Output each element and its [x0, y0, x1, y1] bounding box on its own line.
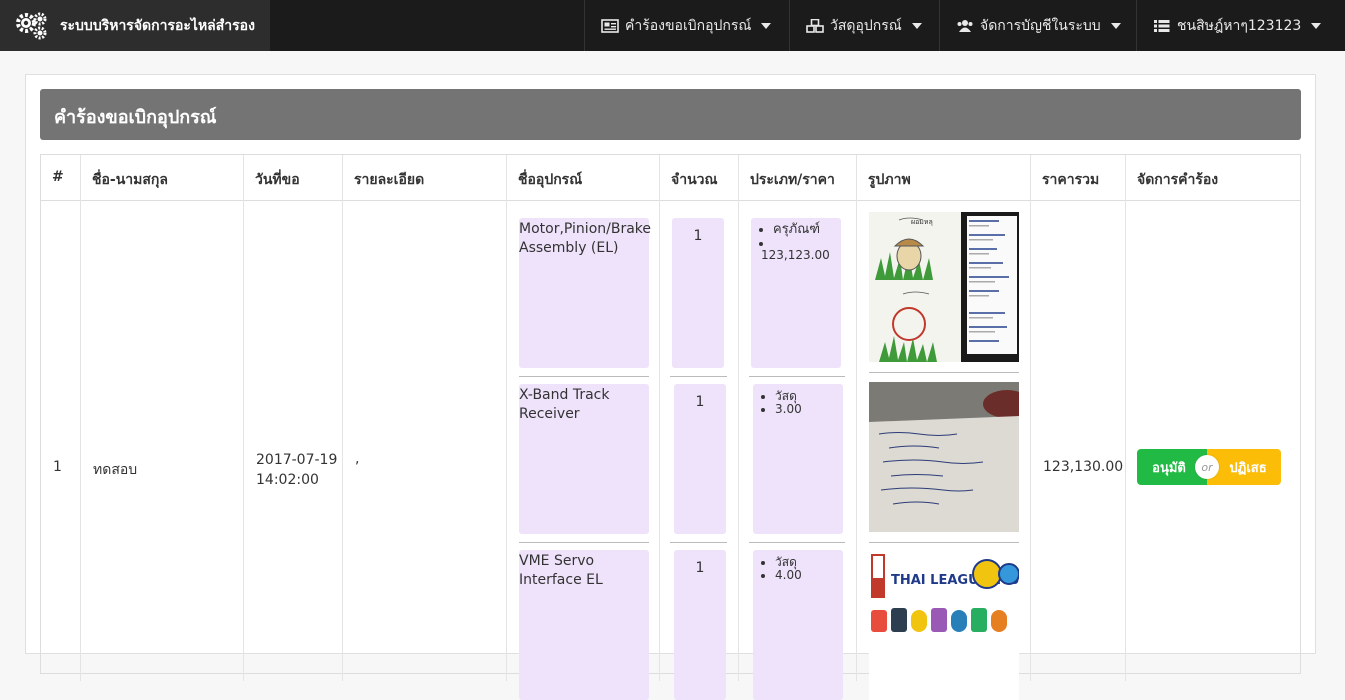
- nav-materials[interactable]: วัสดุอุปกรณ์: [789, 0, 938, 51]
- nav-user-menu[interactable]: ชนสิษฎ์หาๆ123123: [1136, 0, 1337, 51]
- users-icon: [957, 19, 973, 32]
- page-title: คำร้องขอเบิกอุปกรณ์: [40, 89, 1301, 140]
- svg-text:ผอมหลุ: ผอมหลุ: [911, 218, 933, 226]
- col-header-index: #: [41, 155, 81, 201]
- equipment-price-3: 4.00: [775, 569, 843, 581]
- equipment-name-1: Motor,Pinion/Brake Assembly (EL): [519, 218, 651, 368]
- row-index: 1: [53, 459, 62, 475]
- chevron-down-icon: [1110, 22, 1121, 29]
- equipment-type-price-3: วัสดุ 4.00: [753, 550, 843, 700]
- row-request-datetime: 2017-07-19 14:02:00: [256, 450, 337, 490]
- list-icon: [1154, 19, 1170, 32]
- equipment-price-1: 123,123.00: [761, 237, 841, 261]
- item-separator: [670, 376, 727, 377]
- top-navbar: ระบบบริหารจัดการอะไหล่สำรอง คำร้องขอเบิก…: [0, 0, 1345, 51]
- col-header-date: วันที่ขอ: [244, 155, 343, 201]
- gears-icon: [16, 12, 47, 39]
- col-divider: [244, 201, 343, 681]
- item-separator: [519, 376, 649, 377]
- col-header-equipment: ชื่ออุปกรณ์: [507, 155, 660, 201]
- col-divider: [343, 201, 507, 681]
- item-separator: [749, 542, 845, 543]
- row-requester-name: ทดสอบ: [93, 462, 138, 478]
- item-separator: [869, 372, 1019, 373]
- or-divider: or: [1195, 455, 1219, 479]
- equipment-type-1: ครุภัณฑ์: [773, 223, 841, 236]
- equipment-type-price-1: ครุภัณฑ์ 123,123.00: [751, 218, 841, 368]
- nav-requests-label: คำร้องขอเบิกอุปกรณ์: [625, 17, 752, 34]
- brand-title: ระบบบริหารจัดการอะไหล่สำรอง: [60, 17, 255, 34]
- col-header-actions: จัดการคำร้อง: [1137, 172, 1219, 188]
- newspaper-icon: [601, 18, 619, 33]
- chevron-down-icon: [1311, 22, 1322, 29]
- table-header: # ชื่อ-นามสกุล วันที่ขอ รายละเอียด ชื่ออ…: [41, 155, 1300, 201]
- col-header-qty: จำนวณ: [660, 155, 739, 201]
- chevron-down-icon: [761, 22, 772, 29]
- col-header-name: ชื่อ-นามสกุล: [81, 155, 244, 201]
- equipment-image-3[interactable]: THAI LEAGUE 2007: [869, 550, 1019, 700]
- equipment-image-1[interactable]: ผอมหลุ: [869, 212, 1019, 362]
- item-separator: [749, 376, 845, 377]
- row-request-date: 2017-07-19: [256, 452, 338, 468]
- equipment-qty-1: 1: [672, 218, 724, 368]
- equipment-type-price-2: วัสดุ 3.00: [753, 384, 843, 534]
- item-separator: [519, 542, 649, 543]
- col-divider: [81, 201, 244, 681]
- equipment-type-3: วัสดุ: [775, 556, 843, 568]
- equipment-price-2: 3.00: [775, 403, 843, 415]
- item-separator: [869, 542, 1019, 543]
- nav-materials-label: วัสดุอุปกรณ์: [830, 17, 902, 34]
- requests-table: # ชื่อ-นามสกุล วันที่ขอ รายละเอียด ชื่ออ…: [40, 154, 1301, 700]
- nav-accounts-label: จัดการบัญชีในระบบ: [980, 17, 1101, 34]
- col-divider: [41, 201, 81, 681]
- col-header-type-price: ประเภท/ราคา: [739, 155, 857, 201]
- equipment-name-2: X-Band Track Receiver: [519, 384, 649, 534]
- equipment-qty-3: 1: [674, 550, 726, 700]
- item-separator: [670, 542, 727, 543]
- col-header-image: รูปภาพ: [857, 155, 1031, 201]
- content-panel: คำร้องขอเบิกอุปกรณ์ # ชื่อ-นามสกุล วันที…: [25, 74, 1316, 700]
- equipment-name-3: VME Servo Interface EL: [519, 550, 649, 700]
- equipment-qty-2: 1: [674, 384, 726, 534]
- nav-user-label: ชนสิษฎ์หาๆ123123: [1177, 17, 1302, 34]
- col-divider: [1031, 201, 1126, 681]
- cubes-icon: [806, 18, 824, 33]
- row-request-time: 14:02:00: [256, 472, 319, 488]
- equipment-image-2[interactable]: [869, 382, 1019, 532]
- chevron-down-icon: [911, 22, 922, 29]
- nav-accounts[interactable]: จัดการบัญชีในระบบ: [939, 0, 1137, 51]
- row-detail: ,: [355, 451, 360, 467]
- col-header-detail: รายละเอียด: [343, 155, 507, 201]
- brand[interactable]: ระบบบริหารจัดการอะไหล่สำรอง: [0, 0, 270, 51]
- nav-requests[interactable]: คำร้องขอเบิกอุปกรณ์: [584, 0, 787, 51]
- equipment-type-2: วัสดุ: [775, 390, 843, 402]
- col-header-total: ราคารวม: [1031, 155, 1126, 201]
- row-total-price: 123,130.00: [1043, 459, 1124, 475]
